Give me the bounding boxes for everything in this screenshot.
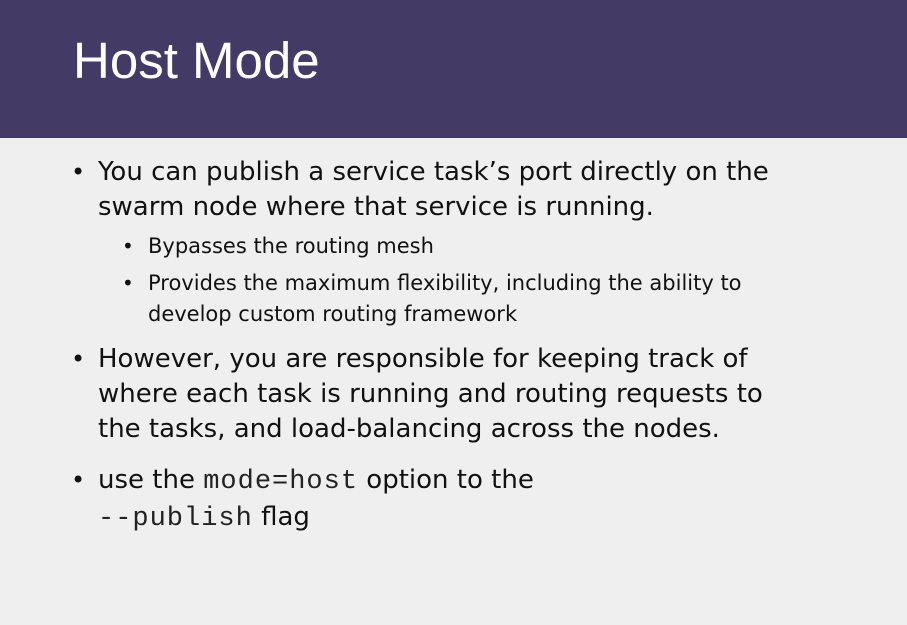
- code-mode-host: mode=host: [203, 467, 359, 497]
- title-bar: Host Mode: [0, 0, 907, 138]
- sub-bullet-dot-icon: •: [122, 234, 134, 258]
- sub-bullet-list: • Bypasses the routing mesh • Provides t…: [122, 231, 798, 330]
- bullet-item: • You can publish a service task’s port …: [71, 155, 798, 330]
- sub-bullet-item: • Bypasses the routing mesh: [122, 231, 768, 262]
- bullet-text-prefix: use the: [98, 465, 204, 495]
- bullet-list: • You can publish a service task’s port …: [71, 155, 851, 537]
- bullet-text: You can publish a service task’s port di…: [98, 157, 769, 222]
- sub-bullet-text: Bypasses the routing mesh: [148, 234, 434, 258]
- sub-bullet-item: • Provides the maximum flexibility, incl…: [122, 268, 768, 330]
- bullet-item: • However, you are responsible for keepi…: [71, 342, 798, 447]
- bullet-dot-icon: •: [71, 158, 86, 186]
- bullet-text-middle: option to the: [358, 465, 534, 495]
- sub-bullet-dot-icon: •: [122, 271, 134, 295]
- bullet-dot-icon: •: [71, 345, 86, 373]
- bullet-text: However, you are responsible for keeping…: [98, 344, 763, 444]
- code-publish-flag: --publish: [98, 504, 253, 534]
- sub-bullet-text: Provides the maximum flexibility, includ…: [148, 271, 742, 326]
- bullet-dot-icon: •: [71, 466, 86, 494]
- slide: Host Mode • You can publish a service ta…: [0, 0, 907, 625]
- bullet-item: • use the mode=host option to the --publ…: [71, 463, 658, 537]
- slide-title: Host Mode: [73, 32, 320, 89]
- bullet-text-suffix: flag: [252, 502, 310, 532]
